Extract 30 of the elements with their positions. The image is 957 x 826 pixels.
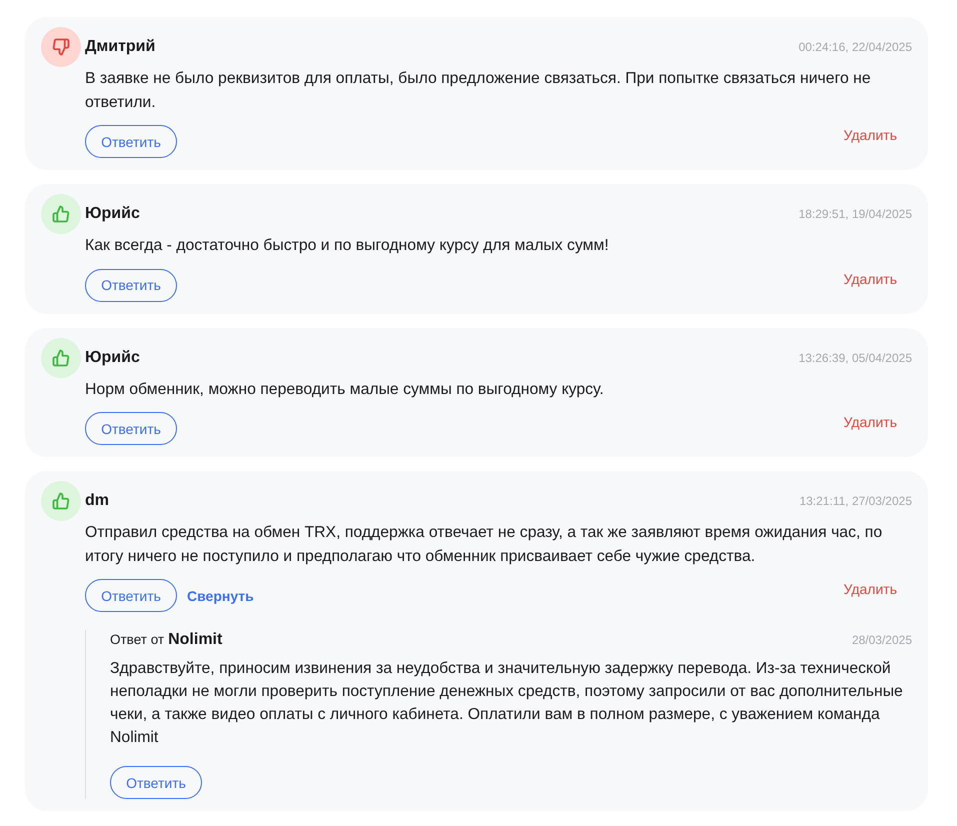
thumbs-up-icon bbox=[41, 338, 81, 378]
review-time: 18:29:51, 19/04/2025 bbox=[798, 207, 912, 221]
review-time: 13:26:39, 05/04/2025 bbox=[798, 350, 912, 364]
review-text: Норм обменник, можно переводить малые суммы по выгодному курсу. bbox=[85, 380, 605, 400]
review-text: Отправил средства на обмен TRX, поддержка отвечает не сразу, а так же заявляют время ожидания час, по итогу ничего не поступило и предполагаю что обменник присваивает себе чужие средства. bbox=[85, 523, 884, 566]
thumbs-up-icon bbox=[41, 194, 81, 234]
delete-link[interactable]: Удалить bbox=[844, 581, 897, 597]
review-text: В заявке не было реквизитов для оплаты, было предложение связаться. При попытке связаться ничего не ответили. bbox=[85, 69, 872, 112]
thumbs-up-icon bbox=[41, 481, 81, 521]
author-name: Юрийс bbox=[85, 205, 140, 223]
reply-author: Nolimit bbox=[168, 631, 222, 649]
review-text: Как всегда - достаточно быстро и по выгодному курсу для малых сумм! bbox=[85, 236, 610, 256]
reply-button[interactable]: Ответить bbox=[85, 412, 177, 445]
review-time: 13:21:11, 27/03/2025 bbox=[799, 494, 912, 508]
reply-label: Ответ от bbox=[110, 632, 164, 647]
reply-button[interactable]: Ответить bbox=[85, 579, 177, 612]
reply-button[interactable]: Ответить bbox=[85, 268, 177, 302]
delete-link[interactable]: Удалить bbox=[844, 270, 897, 286]
review-time: 00:24:16, 22/04/2025 bbox=[798, 40, 912, 54]
delete-link[interactable]: Удалить bbox=[844, 127, 897, 143]
reply-date: 28/03/2025 bbox=[852, 633, 912, 647]
reply-text: Здравствуйте, приносим извинения за неудобства и значительную задержку перевода. Из-за технической неполадки не могли проверить поступление денежных средств, поэтому запросили от вас дополнительные чеки, а также видео оплаты с личного кабинета. Оплатили вам в полном размере, с уважением команда Nolimit bbox=[110, 659, 904, 748]
author-name: dm bbox=[85, 492, 109, 510]
thumbs-down-icon bbox=[41, 27, 81, 67]
reply-button[interactable]: Ответить bbox=[110, 766, 202, 799]
author-name: Дмитрий bbox=[85, 38, 156, 56]
delete-link[interactable]: Удалить bbox=[844, 414, 897, 430]
author-name: Юрийс bbox=[85, 348, 140, 366]
reply-button[interactable]: Ответить bbox=[85, 125, 177, 158]
collapse-link[interactable]: Свернуть bbox=[187, 588, 254, 604]
